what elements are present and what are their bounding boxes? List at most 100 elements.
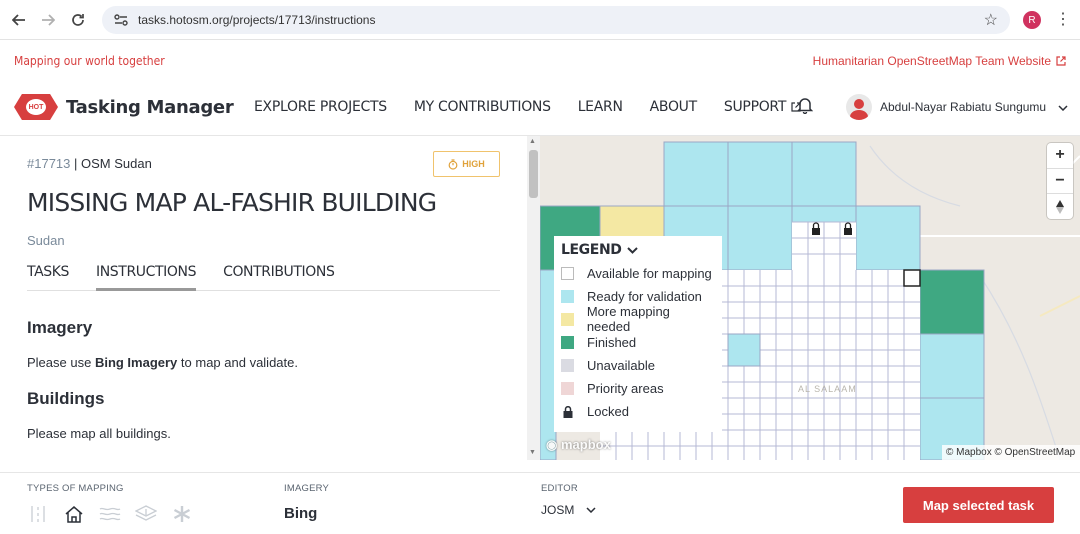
top-strip: Mapping our world together Humanitarian …: [0, 40, 1080, 82]
types-of-mapping-label: TYPES OF MAPPING: [27, 483, 124, 494]
nav-support-label: SUPPORT: [723, 99, 787, 115]
editor-value: JOSM: [541, 503, 575, 517]
imagery-label: IMAGERY: [284, 483, 330, 494]
imagery-instruction-bold: Bing Imagery: [94, 355, 178, 370]
legend-item-priority: Priority areas: [561, 380, 715, 396]
hot-website-link-label: Humanitarian OpenStreetMap Team Website: [812, 54, 1051, 68]
scroll-up-icon[interactable]: ▲: [529, 138, 536, 145]
legend-label: Priority areas: [587, 380, 664, 396]
legend-label: Locked: [587, 403, 629, 419]
map-place-label: AL SALAAM: [798, 384, 857, 394]
project-country: Sudan: [27, 233, 65, 248]
nav-links: EXPLORE PROJECTS MY CONTRIBUTIONS LEARN …: [254, 99, 828, 115]
legend-toggle[interactable]: LEGEND: [561, 242, 715, 258]
editor-label: EDITOR: [541, 483, 578, 494]
map-legend: LEGEND Available for mapping Ready for v…: [554, 236, 722, 432]
other-icon: [171, 503, 193, 525]
project-tabs: TASKS INSTRUCTIONS CONTRIBUTIONS: [27, 264, 500, 291]
lock-icon: [561, 405, 574, 418]
legend-swatch-available: [561, 266, 574, 280]
legend-item-ready-validation: Ready for validation: [561, 288, 715, 304]
browser-menu-icon[interactable]: ⋮: [1055, 9, 1071, 29]
map-attribution[interactable]: © Mapbox © OpenStreetMap: [942, 445, 1080, 460]
user-menu[interactable]: Abdul-Nayar Rabiatu Sungumu: [846, 94, 1068, 120]
legend-item-available: Available for mapping: [561, 265, 715, 281]
bottom-action-bar: TYPES OF MAPPING IMAGERY Bing EDITOR JOS…: [0, 472, 1080, 534]
legend-label: More mapping needed: [586, 304, 670, 334]
user-avatar: [846, 94, 872, 120]
legend-swatch-unavailable: [561, 358, 574, 372]
nav-support[interactable]: SUPPORT: [724, 99, 801, 115]
legend-label: Ready for validation: [587, 288, 702, 304]
compass-icon: [1056, 199, 1064, 214]
legend-swatch-validation: [561, 289, 574, 303]
map-selected-task-button[interactable]: Map selected task: [903, 487, 1054, 523]
legend-label: Unavailable: [587, 357, 655, 373]
buildings-icon: [63, 503, 85, 525]
project-id[interactable]: #17713: [27, 156, 70, 171]
external-link-icon: [1056, 56, 1066, 66]
legend-swatch-finished: [561, 335, 574, 349]
reload-icon[interactable]: [64, 6, 92, 34]
scroll-down-icon[interactable]: ▼: [529, 449, 536, 456]
mapbox-logo-icon: ◉: [546, 437, 558, 452]
mapbox-logo[interactable]: ◉ mapbox: [546, 437, 611, 453]
bookmark-star-icon[interactable]: ☆: [984, 10, 998, 30]
waterways-icon: [99, 503, 121, 525]
tab-instructions[interactable]: INSTRUCTIONS: [96, 264, 196, 291]
tab-tasks[interactable]: TASKS: [27, 264, 69, 291]
priority-label: HIGH: [462, 159, 485, 169]
url-text: tasks.hotosm.org/projects/17713/instruct…: [138, 13, 376, 27]
nav-my-contributions[interactable]: MY CONTRIBUTIONS: [414, 99, 551, 115]
legend-item-locked: Locked: [561, 403, 715, 419]
legend-item-more-mapping: More mapping needed: [561, 304, 715, 334]
legend-label: Available for mapping: [587, 265, 712, 281]
legend-title: LEGEND: [561, 242, 622, 258]
scrollbar-thumb[interactable]: [529, 150, 538, 198]
editor-select[interactable]: JOSM: [541, 503, 596, 517]
back-icon[interactable]: [5, 6, 33, 34]
project-title: MISSING MAP AL-FASHIR BUILDING: [27, 188, 437, 217]
legend-item-finished: Finished: [561, 334, 715, 350]
mapbox-logo-text: mapbox: [560, 437, 611, 452]
forward-icon[interactable]: [34, 6, 62, 34]
chevron-down-icon: [627, 246, 639, 254]
imagery-instruction-post: to map and validate.: [177, 355, 298, 370]
mapping-types: [27, 503, 193, 525]
instructions-scrollbar[interactable]: ▲ ▼: [527, 136, 540, 460]
site-settings-icon[interactable]: [114, 14, 128, 26]
chevron-down-icon: [1058, 100, 1068, 114]
legend-item-unavailable: Unavailable: [561, 357, 715, 373]
address-bar[interactable]: tasks.hotosm.org/projects/17713/instruct…: [102, 6, 1010, 34]
imagery-instruction: Please use Bing Imagery to map and valid…: [27, 355, 298, 370]
nav-learn[interactable]: LEARN: [578, 99, 623, 115]
notifications-bell-icon[interactable]: [796, 97, 814, 119]
buildings-instruction: Please map all buildings.: [27, 426, 171, 441]
tagline: Mapping our world together: [14, 54, 165, 68]
buildings-heading: Buildings: [27, 389, 105, 408]
map-zoom-controls: + −: [1047, 143, 1073, 219]
compass-reset-button[interactable]: [1047, 194, 1073, 219]
landuse-icon: [135, 503, 157, 525]
stopwatch-icon: [448, 158, 458, 170]
priority-badge: HIGH: [433, 151, 500, 177]
chevron-down-icon: [586, 507, 596, 513]
browser-profile-avatar[interactable]: R: [1023, 11, 1041, 29]
imagery-heading: Imagery: [27, 318, 93, 337]
roads-icon: [27, 503, 49, 525]
hot-logo-icon: HOT: [14, 94, 58, 120]
tasking-manager-logo[interactable]: HOT Tasking Manager: [14, 94, 234, 120]
legend-label: Finished: [587, 334, 637, 350]
imagery-value: Bing: [284, 505, 318, 522]
zoom-in-button[interactable]: +: [1047, 143, 1073, 169]
hot-logo-text: HOT: [26, 99, 46, 115]
hot-website-link[interactable]: Humanitarian OpenStreetMap Team Website: [813, 54, 1066, 68]
nav-explore-projects[interactable]: EXPLORE PROJECTS: [254, 99, 387, 115]
project-organisation: | OSM Sudan: [74, 156, 152, 171]
user-name: Abdul-Nayar Rabiatu Sungumu: [880, 100, 1047, 114]
legend-swatch-priority: [561, 381, 574, 395]
browser-toolbar: tasks.hotosm.org/projects/17713/instruct…: [0, 0, 1080, 40]
zoom-out-button[interactable]: −: [1047, 169, 1073, 195]
tab-contributions[interactable]: CONTRIBUTIONS: [223, 264, 335, 291]
nav-about[interactable]: ABOUT: [650, 99, 698, 115]
